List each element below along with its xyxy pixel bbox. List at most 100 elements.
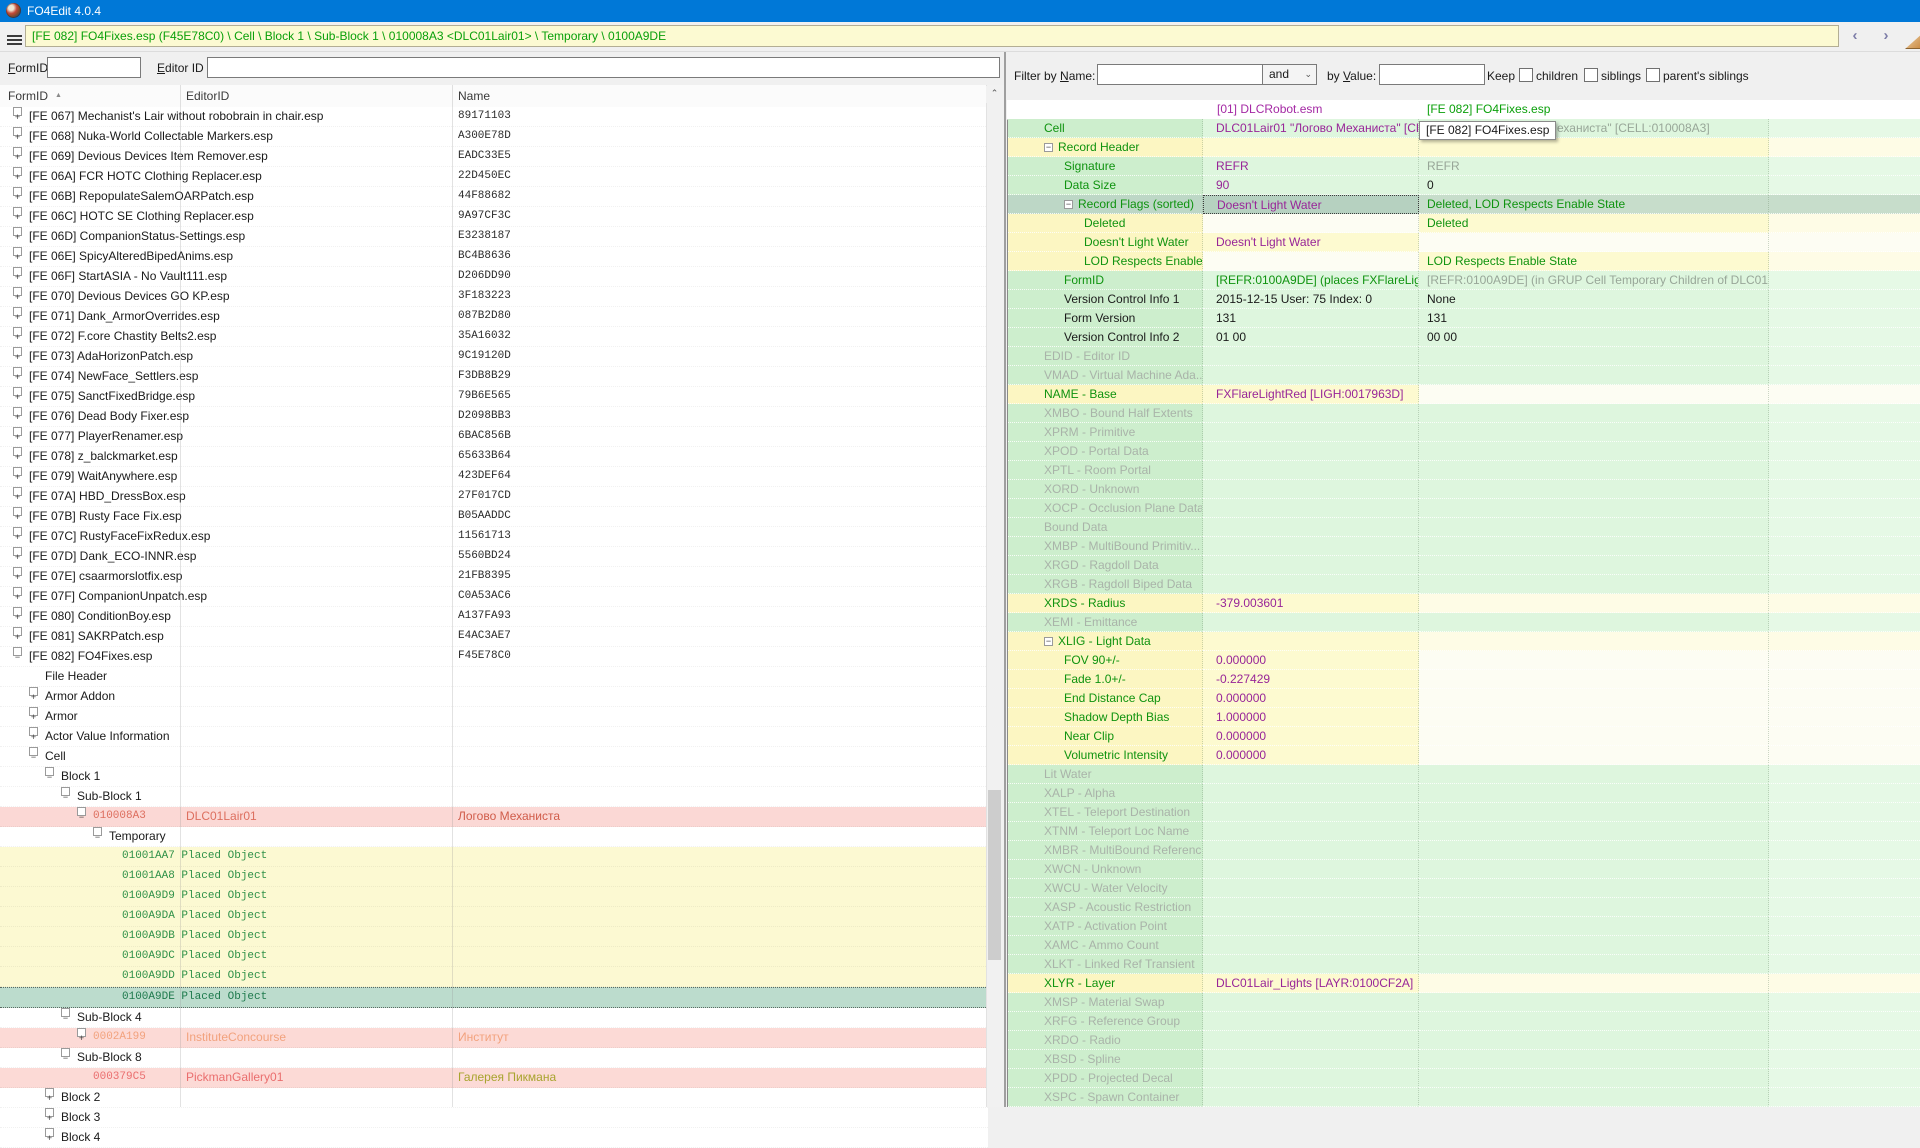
fo4fixes-value-cell[interactable]: [1419, 594, 1769, 613]
expand-icon[interactable]: +: [13, 447, 22, 456]
scrollbar-up-arrow[interactable]: ⌃: [986, 86, 1003, 103]
dlcrobot-value-cell[interactable]: [1203, 1031, 1419, 1050]
field-name-cell[interactable]: −Record Header: [1008, 138, 1203, 157]
field-name-cell[interactable]: EDID - Editor ID: [1008, 347, 1203, 366]
dlcrobot-value-cell[interactable]: [1203, 518, 1419, 537]
dlcrobot-value-cell[interactable]: -0.227429: [1203, 670, 1419, 689]
field-row[interactable]: XSPC - Spawn Container: [1008, 1088, 1920, 1107]
empty-cell[interactable]: [1769, 1088, 1920, 1107]
field-name-cell[interactable]: XSPC - Spawn Container: [1008, 1088, 1203, 1107]
field-name-cell[interactable]: XRGB - Ragdoll Biped Data: [1008, 575, 1203, 594]
empty-cell[interactable]: [1769, 480, 1920, 499]
group-row[interactable]: +Armor: [0, 707, 988, 727]
fo4fixes-value-cell[interactable]: [1419, 347, 1769, 366]
expand-icon[interactable]: +: [13, 387, 22, 396]
group-row[interactable]: −Temporary: [0, 827, 988, 847]
dlcrobot-value-cell[interactable]: [1203, 936, 1419, 955]
filter-name-input[interactable]: [1097, 64, 1263, 85]
fo4fixes-value-cell[interactable]: [1419, 841, 1769, 860]
empty-cell[interactable]: [1769, 252, 1920, 271]
group-row[interactable]: +Armor Addon: [0, 687, 988, 707]
expand-icon[interactable]: +: [13, 427, 22, 436]
column-header-fo4fixes[interactable]: [FE 082] FO4Fixes.esp: [1427, 102, 1550, 116]
field-name-cell[interactable]: LOD Respects Enable ...: [1008, 252, 1203, 271]
empty-cell[interactable]: [1769, 841, 1920, 860]
panel-splitter[interactable]: [1004, 52, 1006, 1107]
field-row[interactable]: Version Control Info 201 0000 00: [1008, 328, 1920, 347]
fo4fixes-value-cell[interactable]: [1419, 879, 1769, 898]
field-name-cell[interactable]: Version Control Info 1: [1008, 290, 1203, 309]
empty-cell[interactable]: [1769, 385, 1920, 404]
expand-icon[interactable]: +: [13, 487, 22, 496]
plugin-row[interactable]: +[FE 06C] HOTC SE Clothing Replacer.esp9…: [0, 207, 988, 227]
empty-cell[interactable]: [1769, 195, 1920, 214]
field-name-cell[interactable]: Form Version: [1008, 309, 1203, 328]
filter-value-input[interactable]: [1379, 64, 1485, 85]
empty-cell[interactable]: [1769, 670, 1920, 689]
expand-icon[interactable]: +: [13, 167, 22, 176]
expand-icon[interactable]: +: [13, 567, 22, 576]
field-name-cell[interactable]: −Record Flags (sorted): [1008, 195, 1203, 214]
checkbox-siblings[interactable]: [1584, 68, 1598, 82]
fo4fixes-value-cell[interactable]: [1419, 461, 1769, 480]
empty-cell[interactable]: [1769, 309, 1920, 328]
field-name-cell[interactable]: End Distance Cap: [1008, 689, 1203, 708]
expand-icon[interactable]: +: [13, 527, 22, 536]
dlcrobot-value-cell[interactable]: [1203, 822, 1419, 841]
field-name-cell[interactable]: XLYR - Layer: [1008, 974, 1203, 993]
dlcrobot-value-cell[interactable]: [1203, 1069, 1419, 1088]
empty-cell[interactable]: [1769, 157, 1920, 176]
empty-cell[interactable]: [1769, 328, 1920, 347]
field-row[interactable]: Near Clip0.000000: [1008, 727, 1920, 746]
group-row[interactable]: −Sub-Block 1: [0, 787, 988, 807]
dlcrobot-value-cell[interactable]: FXFlareLightRed [LIGH:0017963D]: [1203, 385, 1419, 404]
empty-cell[interactable]: [1769, 404, 1920, 423]
dlcrobot-value-cell[interactable]: 01 00: [1203, 328, 1419, 347]
field-name-cell[interactable]: Doesn't Light Water: [1008, 233, 1203, 252]
fo4fixes-value-cell[interactable]: [1419, 613, 1769, 632]
fo4fixes-value-cell[interactable]: [1419, 917, 1769, 936]
expand-icon[interactable]: +: [29, 727, 38, 736]
dlcrobot-value-cell[interactable]: 2015-12-15 User: 75 Index: 0: [1203, 290, 1419, 309]
field-name-cell[interactable]: XLKT - Linked Ref Transient: [1008, 955, 1203, 974]
field-name-cell[interactable]: VMAD - Virtual Machine Ada...: [1008, 366, 1203, 385]
fo4fixes-value-cell[interactable]: [1419, 404, 1769, 423]
fo4fixes-value-cell[interactable]: [1419, 1050, 1769, 1069]
group-row[interactable]: File Header: [0, 667, 988, 687]
field-row[interactable]: XASP - Acoustic Restriction: [1008, 898, 1920, 917]
dlcrobot-value-cell[interactable]: [1203, 765, 1419, 784]
field-name-cell[interactable]: XRDS - Radius: [1008, 594, 1203, 613]
field-name-cell[interactable]: Shadow Depth Bias: [1008, 708, 1203, 727]
field-name-cell[interactable]: XATP - Activation Point: [1008, 917, 1203, 936]
plugin-row[interactable]: +[FE 067] Mechanist's Lair without robob…: [0, 107, 988, 127]
field-row[interactable]: XRDS - Radius-379.003601: [1008, 594, 1920, 613]
filter-operator-dropdown[interactable]: and⌄: [1262, 64, 1317, 85]
empty-cell[interactable]: [1769, 613, 1920, 632]
expand-icon[interactable]: +: [13, 367, 22, 376]
expand-icon[interactable]: +: [13, 267, 22, 276]
dlcrobot-value-cell[interactable]: 0.000000: [1203, 727, 1419, 746]
record-row[interactable]: 0100A9DD Placed Object: [0, 967, 988, 987]
fo4fixes-value-cell[interactable]: [1419, 632, 1769, 651]
field-row[interactable]: End Distance Cap0.000000: [1008, 689, 1920, 708]
plugin-row[interactable]: +[FE 072] F.core Chastity Belts2.esp35A1…: [0, 327, 988, 347]
expand-icon[interactable]: +: [13, 187, 22, 196]
checkbox-parents-siblings[interactable]: [1646, 68, 1660, 82]
empty-cell[interactable]: [1769, 518, 1920, 537]
fo4fixes-value-cell[interactable]: [1419, 936, 1769, 955]
fo4fixes-value-cell[interactable]: Deleted: [1419, 214, 1769, 233]
empty-cell[interactable]: [1769, 784, 1920, 803]
field-row[interactable]: −Record Header: [1008, 138, 1920, 157]
expand-icon[interactable]: +: [13, 467, 22, 476]
dlcrobot-value-cell[interactable]: [1203, 252, 1419, 271]
expand-icon[interactable]: +: [13, 587, 22, 596]
expand-icon[interactable]: +: [13, 407, 22, 416]
empty-cell[interactable]: [1769, 822, 1920, 841]
plugin-row[interactable]: +[FE 073] AdaHorizonPatch.esp9C19120D: [0, 347, 988, 367]
expand-icon[interactable]: +: [13, 207, 22, 216]
field-name-cell[interactable]: XTNM - Teleport Loc Name: [1008, 822, 1203, 841]
field-name-cell[interactable]: XALP - Alpha: [1008, 784, 1203, 803]
field-row[interactable]: XMBO - Bound Half Extents: [1008, 404, 1920, 423]
field-name-cell[interactable]: −XLIG - Light Data: [1008, 632, 1203, 651]
empty-cell[interactable]: [1769, 651, 1920, 670]
